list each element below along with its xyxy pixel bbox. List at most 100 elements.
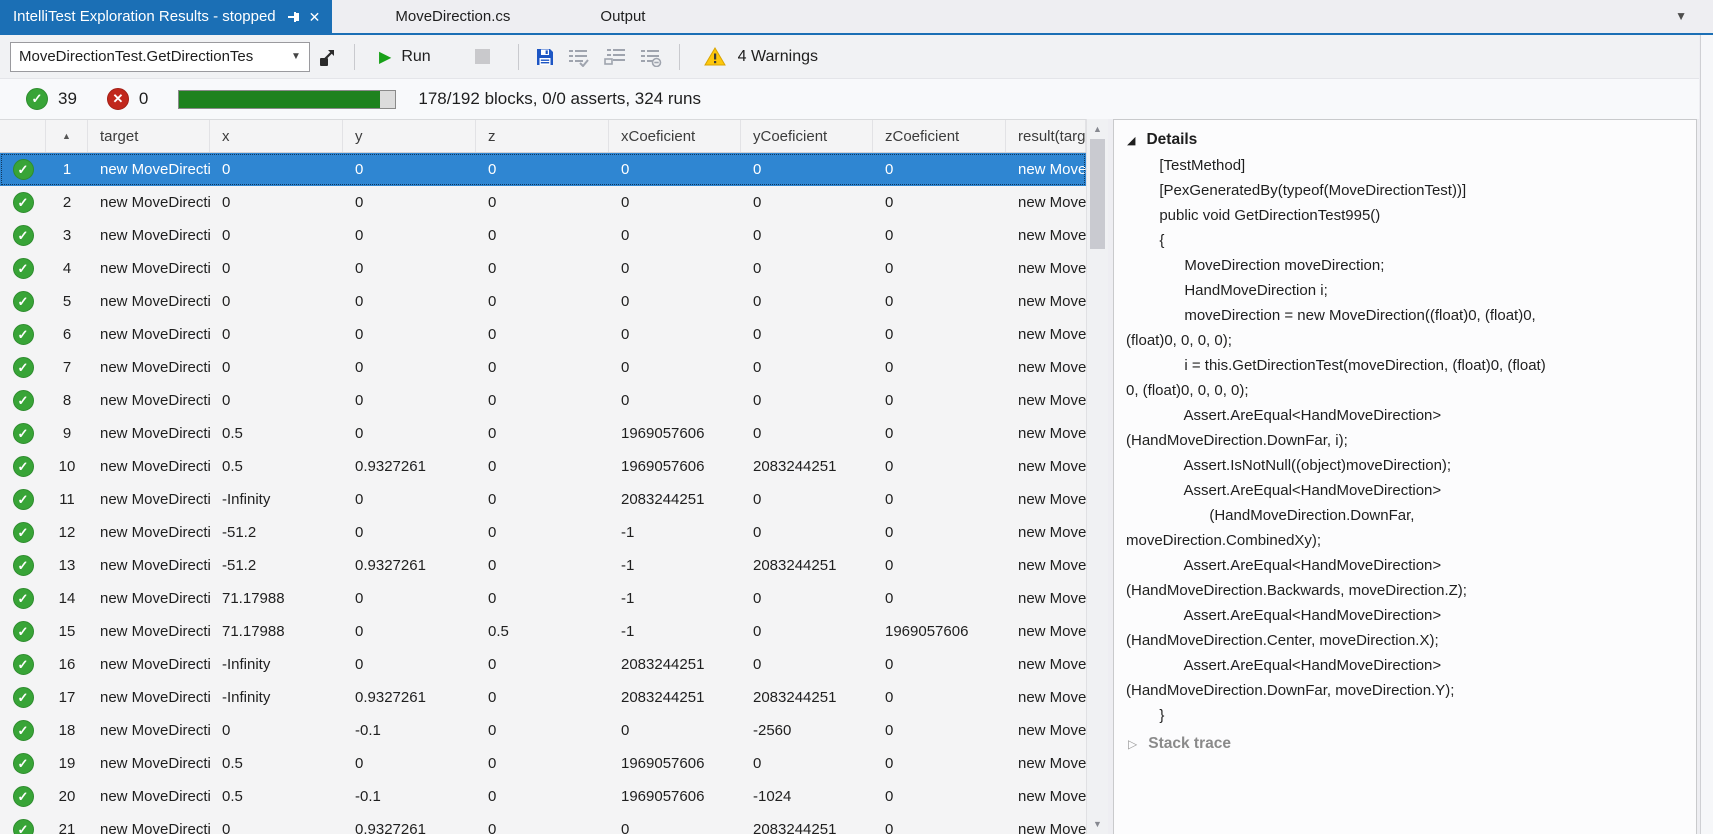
code-line: (float)0, 0, 0, 0); [1126, 328, 1696, 353]
cell-x: 0 [210, 293, 343, 310]
scroll-up-icon[interactable]: ▲ [1087, 119, 1108, 139]
close-icon[interactable]: ✕ [309, 10, 321, 24]
cell-ycoeficient: 0 [741, 425, 873, 442]
cell-zcoeficient: 0 [873, 260, 1006, 277]
scrollbar-thumb[interactable] [1090, 139, 1105, 249]
table-row[interactable]: ✓14new MoveDirection71.1798800-100new Mo… [0, 582, 1086, 615]
table-row[interactable]: ✓1new MoveDirection000000new MoveDirecti… [0, 153, 1086, 186]
code-line: moveDirection.CombinedXy); [1126, 528, 1696, 553]
cell-status: ✓ [0, 819, 46, 834]
column-header-target[interactable]: target [88, 120, 210, 152]
table-row[interactable]: ✓13new MoveDirection-51.20.93272610-1208… [0, 549, 1086, 582]
column-header-zcoeficient[interactable]: zCoeficient [873, 120, 1006, 152]
save-button[interactable] [529, 40, 561, 74]
grid-scrollbar[interactable]: ▲ ▼ [1086, 119, 1108, 834]
goto-test-button[interactable] [310, 40, 344, 74]
show-skipped-tests-button[interactable] [633, 40, 669, 74]
warnings-button[interactable]: 4 Warnings [704, 47, 818, 66]
table-row[interactable]: ✓2new MoveDirection000000new MoveDirecti… [0, 186, 1086, 219]
tab-movedirection-cs[interactable]: MoveDirection.cs [350, 0, 555, 33]
table-row[interactable]: ✓15new MoveDirection71.1798800.5-1019690… [0, 615, 1086, 648]
test-selector-combobox[interactable]: MoveDirectionTest.GetDirectionTes ▼ [10, 42, 310, 72]
table-row[interactable]: ✓17new MoveDirection-Infinity0.932726102… [0, 681, 1086, 714]
pass-icon: ✓ [13, 786, 34, 807]
table-row[interactable]: ✓11new MoveDirection-Infinity00208324425… [0, 483, 1086, 516]
pass-icon: ✓ [13, 423, 34, 444]
cell-result: new MoveDirection [1006, 557, 1086, 574]
column-header-status[interactable] [0, 120, 46, 152]
tab-output[interactable]: Output [555, 0, 690, 33]
combobox-chevron-icon[interactable]: ▼ [283, 51, 309, 62]
code-line: Assert.IsNotNull((object)moveDirection); [1126, 453, 1696, 478]
table-row[interactable]: ✓10new MoveDirection0.50.932726101969057… [0, 450, 1086, 483]
cell-ycoeficient: 0 [741, 227, 873, 244]
cell-status: ✓ [0, 687, 46, 708]
cell-y: 0.9327261 [343, 458, 476, 475]
cell-y: 0 [343, 359, 476, 376]
cell-x: 0 [210, 326, 343, 343]
column-header-rownum[interactable]: ▲ [46, 120, 88, 152]
column-header-y[interactable]: y [343, 120, 476, 152]
tab-label: Output [600, 8, 645, 25]
cell-ycoeficient: 0 [741, 194, 873, 211]
stack-trace-header[interactable]: ▷ Stack trace [1114, 728, 1696, 753]
table-row[interactable]: ✓8new MoveDirection000000new MoveDirecti… [0, 384, 1086, 417]
table-row[interactable]: ✓6new MoveDirection000000new MoveDirecti… [0, 318, 1086, 351]
show-failing-tests-button[interactable] [597, 40, 633, 74]
cell-ycoeficient: 0 [741, 161, 873, 178]
cell-result: new MoveDirection [1006, 194, 1086, 211]
scroll-down-icon[interactable]: ▼ [1087, 814, 1108, 834]
table-row[interactable]: ✓16new MoveDirection-Infinity00208324425… [0, 648, 1086, 681]
cell-zcoeficient: 0 [873, 392, 1006, 409]
column-header-result[interactable]: result(target) [1006, 120, 1086, 152]
window-right-scrollbar[interactable] [1700, 35, 1713, 834]
list-check-icon [567, 47, 591, 67]
cell-y: -0.1 [343, 788, 476, 805]
pin-icon[interactable] [286, 10, 299, 24]
grid-body: ✓1new MoveDirection000000new MoveDirecti… [0, 153, 1086, 834]
code-line: HandMoveDirection i; [1126, 278, 1696, 303]
cell-rownum: 2 [46, 194, 88, 211]
cell-ycoeficient: 0 [741, 590, 873, 607]
table-row[interactable]: ✓18new MoveDirection0-0.100-25600new Mov… [0, 714, 1086, 747]
table-row[interactable]: ✓19new MoveDirection0.500196905760600new… [0, 747, 1086, 780]
cell-rownum: 21 [46, 821, 88, 834]
table-row[interactable]: ✓5new MoveDirection000000new MoveDirecti… [0, 285, 1086, 318]
cell-zcoeficient: 0 [873, 821, 1006, 834]
cell-xcoeficient: -1 [609, 524, 741, 541]
pass-icon: ✓ [13, 621, 34, 642]
cell-target: new MoveDirection [88, 524, 210, 541]
table-row[interactable]: ✓20new MoveDirection0.5-0.101969057606-1… [0, 780, 1086, 813]
stop-icon[interactable] [475, 49, 490, 64]
cell-target: new MoveDirection [88, 194, 210, 211]
cell-target: new MoveDirection [88, 557, 210, 574]
run-button[interactable]: ▶ Run [379, 47, 457, 67]
table-row[interactable]: ✓4new MoveDirection000000new MoveDirecti… [0, 252, 1086, 285]
table-row[interactable]: ✓3new MoveDirection000000new MoveDirecti… [0, 219, 1086, 252]
cell-target: new MoveDirection [88, 458, 210, 475]
cell-result: new MoveDirection [1006, 458, 1086, 475]
pass-icon: ✓ [13, 258, 34, 279]
column-header-ycoeficient[interactable]: yCoeficient [741, 120, 873, 152]
table-row[interactable]: ✓9new MoveDirection0.500196905760600new … [0, 417, 1086, 450]
tab-intellitest-results[interactable]: IntelliTest Exploration Results - stoppe… [0, 0, 332, 33]
cell-xcoeficient: 1969057606 [609, 425, 741, 442]
cell-y: 0.9327261 [343, 557, 476, 574]
column-header-z[interactable]: z [476, 120, 609, 152]
list-minus-icon [639, 47, 663, 67]
table-row[interactable]: ✓7new MoveDirection000000new MoveDirecti… [0, 351, 1086, 384]
chevron-down-icon[interactable]: ▼ [1675, 9, 1687, 23]
code-line: i = this.GetDirectionTest(moveDirection,… [1126, 353, 1696, 378]
cell-z: 0 [476, 425, 609, 442]
column-header-xcoeficient[interactable]: xCoeficient [609, 120, 741, 152]
table-row[interactable]: ✓21new MoveDirection00.93272610020832442… [0, 813, 1086, 834]
column-header-x[interactable]: x [210, 120, 343, 152]
cell-ycoeficient: 0 [741, 392, 873, 409]
details-header[interactable]: ◢ Details [1114, 120, 1696, 153]
code-line: 0, (float)0, 0, 0, 0); [1126, 378, 1696, 403]
cell-rownum: 11 [46, 491, 88, 508]
cell-z: 0 [476, 491, 609, 508]
show-passing-tests-button[interactable] [561, 40, 597, 74]
table-row[interactable]: ✓12new MoveDirection-51.200-100new MoveD… [0, 516, 1086, 549]
cell-ycoeficient: 0 [741, 326, 873, 343]
